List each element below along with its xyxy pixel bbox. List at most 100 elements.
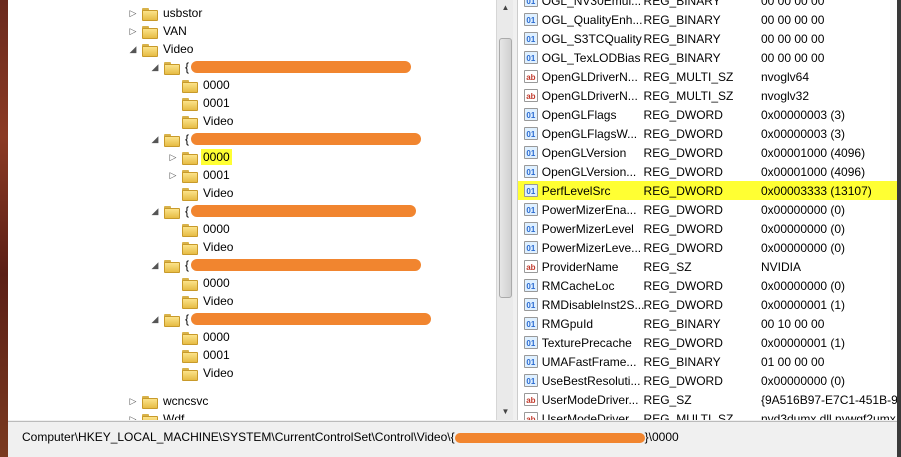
registry-value-row[interactable]: 01 OpenGLVersion... REG_DWORD 0x00001000 (4… (518, 162, 897, 181)
tree-node-label[interactable]: 0001 (201, 167, 232, 183)
value-data: 01 00 00 00 (760, 354, 825, 369)
expand-arrow-icon[interactable]: ▷ (128, 414, 138, 420)
tree-node-label[interactable]: { (183, 59, 191, 75)
expand-arrow-icon[interactable]: ▷ (168, 152, 178, 162)
registry-value-row[interactable]: 01 TexturePrecache REG_DWORD 0x00000001 (1) (518, 333, 897, 352)
scrollbar-thumb[interactable] (499, 38, 512, 298)
registry-value-row[interactable]: ab OpenGLDriverN... REG_MULTI_SZ nvoglv32 (518, 86, 897, 105)
expand-arrow-icon[interactable]: ▷ (168, 170, 178, 180)
tree-node-label[interactable]: { (183, 203, 191, 219)
binary-value-icon: 01 (524, 241, 538, 254)
tree-node-label[interactable]: 0000 (201, 77, 232, 93)
tree-node[interactable]: ▷ usbstor (128, 4, 204, 22)
expand-arrow-icon[interactable]: ◢ (128, 44, 138, 54)
tree-node[interactable]: ◢{ (150, 130, 422, 148)
expand-arrow-icon[interactable]: ▷ (128, 396, 138, 406)
tree-node-label[interactable]: Video (201, 365, 235, 381)
registry-value-row[interactable]: 01 OpenGLVersion REG_DWORD 0x00001000 (4096… (518, 143, 897, 162)
tree-node[interactable]: ▷ wcncsvc (128, 392, 210, 410)
value-name: PowerMizerLevel (541, 221, 634, 236)
expand-arrow-icon[interactable]: ◢ (150, 134, 160, 144)
path-suffix: }\0000 (644, 430, 679, 444)
registry-value-row[interactable]: 01 OGL_S3TCQuality REG_BINARY 00 00 00 00 (518, 29, 897, 48)
tree-node-label[interactable]: { (183, 131, 191, 147)
tree-node-label[interactable]: 0000 (201, 221, 232, 237)
tree-node-label[interactable]: Video (201, 113, 235, 129)
tree-node-label[interactable]: 0000 (201, 149, 232, 165)
tree-node[interactable]: Video (168, 184, 235, 202)
redaction-scribble (191, 61, 412, 73)
tree-node[interactable]: ▷ 0001 (168, 166, 232, 184)
tree-node[interactable]: 0001 (168, 94, 232, 112)
registry-value-row[interactable]: 01 PowerMizerLeve... REG_DWORD 0x00000000 (… (518, 238, 897, 257)
registry-value-row[interactable]: 01 OGL_NV30Emul... REG_BINARY 00 00 00 00 (518, 0, 897, 10)
expand-arrow-icon[interactable]: ▷ (128, 8, 138, 18)
tree-node[interactable]: 0001 (168, 346, 232, 364)
expand-arrow-icon[interactable]: ◢ (150, 314, 160, 324)
value-data: 00 00 00 00 (760, 50, 825, 65)
registry-value-row[interactable]: 01 OGL_QualityEnh... REG_BINARY 00 00 00 00 (518, 10, 897, 29)
tree-node[interactable]: ◢{ (150, 58, 412, 76)
registry-value-row[interactable]: 01 PerfLevelSrc REG_DWORD 0x00003333 (13107… (518, 181, 897, 200)
tree-node-label[interactable]: 0001 (201, 347, 232, 363)
tree-node[interactable]: 0000 (168, 76, 232, 94)
registry-value-row[interactable]: ab UserModeDriver... REG_SZ {9A516B97-E7C1-… (518, 390, 897, 409)
tree-node[interactable]: ◢{ (150, 256, 422, 274)
tree-node-label[interactable]: Wdf (161, 411, 186, 420)
registry-value-row[interactable]: 01 RMCacheLoc REG_DWORD 0x00000000 (0) (518, 276, 897, 295)
tree-scrollbar[interactable]: ▲ ▼ (496, 0, 513, 420)
binary-value-icon: 01 (524, 165, 538, 178)
tree-node[interactable]: ▷ Wdf (128, 410, 186, 420)
tree-node[interactable]: ◢{ (150, 310, 432, 328)
tree-node-label[interactable]: Video (201, 239, 235, 255)
tree-node-label[interactable]: wcncsvc (161, 393, 210, 409)
expand-arrow-icon[interactable]: ◢ (150, 260, 160, 270)
binary-value-icon: 01 (524, 317, 538, 330)
folder-icon (182, 151, 198, 165)
tree-node[interactable]: 0000 (168, 328, 232, 346)
registry-value-row[interactable]: ab UserModeDriver... REG_MULTI_SZ nvd3dumx.… (518, 409, 897, 420)
value-name: RMGpuId (541, 316, 594, 331)
expand-arrow-icon[interactable]: ▷ (128, 26, 138, 36)
tree-node-label[interactable]: { (183, 311, 191, 327)
registry-value-row[interactable]: ab OpenGLDriverN... REG_MULTI_SZ nvoglv64 (518, 67, 897, 86)
tree-node[interactable]: Video (168, 238, 235, 256)
no-expander (168, 350, 178, 360)
expand-arrow-icon[interactable]: ◢ (150, 206, 160, 216)
registry-key-tree[interactable]: ▷ usbstor ▷ VAN ◢ Video ◢{0000 0001 Video ◢{▷ 0000… (8, 0, 496, 420)
tree-node[interactable]: Video (168, 292, 235, 310)
redaction-scribble (191, 259, 422, 271)
scroll-up-arrow-icon[interactable]: ▲ (497, 0, 514, 16)
tree-node[interactable]: ▷ 0000 (168, 148, 232, 166)
tree-node-label[interactable]: 0001 (201, 95, 232, 111)
registry-value-row[interactable]: 01 PowerMizerEna... REG_DWORD 0x00000000 (0… (518, 200, 897, 219)
registry-value-row[interactable]: 01 UMAFastFrame... REG_BINARY 01 00 00 00 (518, 352, 897, 371)
tree-node[interactable]: ◢ Video (128, 40, 195, 58)
tree-node-label[interactable]: 0000 (201, 329, 232, 345)
scroll-down-arrow-icon[interactable]: ▼ (497, 404, 514, 420)
tree-node[interactable]: Video (168, 112, 235, 130)
tree-node-label[interactable]: Video (201, 293, 235, 309)
tree-node[interactable]: 0000 (168, 220, 232, 238)
tree-node-label[interactable]: Video (161, 41, 195, 57)
tree-node[interactable]: ▷ VAN (128, 22, 189, 40)
tree-node[interactable]: 0000 (168, 274, 232, 292)
value-data: 0x00000000 (0) (760, 240, 846, 255)
registry-value-row[interactable]: 01 PowerMizerLevel REG_DWORD 0x00000000 (0) (518, 219, 897, 238)
tree-node[interactable]: ◢{ (150, 202, 417, 220)
tree-node-label[interactable]: usbstor (161, 5, 204, 21)
registry-value-row[interactable]: 01 OpenGLFlagsW... REG_DWORD 0x00000003 (3) (518, 124, 897, 143)
registry-value-row[interactable]: 01 OGL_TexLODBias REG_BINARY 00 00 00 00 (518, 48, 897, 67)
tree-node-label[interactable]: { (183, 257, 191, 273)
tree-node[interactable]: Video (168, 364, 235, 382)
registry-value-row[interactable]: ab ProviderName REG_SZ NVIDIA (518, 257, 897, 276)
registry-value-row[interactable]: 01 OpenGLFlags REG_DWORD 0x00000003 (3) (518, 105, 897, 124)
tree-node-label[interactable]: 0000 (201, 275, 232, 291)
registry-values-list[interactable]: 01 OGL_NV30Emul... REG_BINARY 00 00 00 00 01… (517, 0, 897, 420)
tree-node-label[interactable]: VAN (161, 23, 189, 39)
expand-arrow-icon[interactable]: ◢ (150, 62, 160, 72)
registry-value-row[interactable]: 01 RMGpuId REG_BINARY 00 10 00 00 (518, 314, 897, 333)
registry-value-row[interactable]: 01 RMDisableInst2S... REG_DWORD 0x00000001 … (518, 295, 897, 314)
registry-value-row[interactable]: 01 UseBestResoluti... REG_DWORD 0x00000000 … (518, 371, 897, 390)
tree-node-label[interactable]: Video (201, 185, 235, 201)
